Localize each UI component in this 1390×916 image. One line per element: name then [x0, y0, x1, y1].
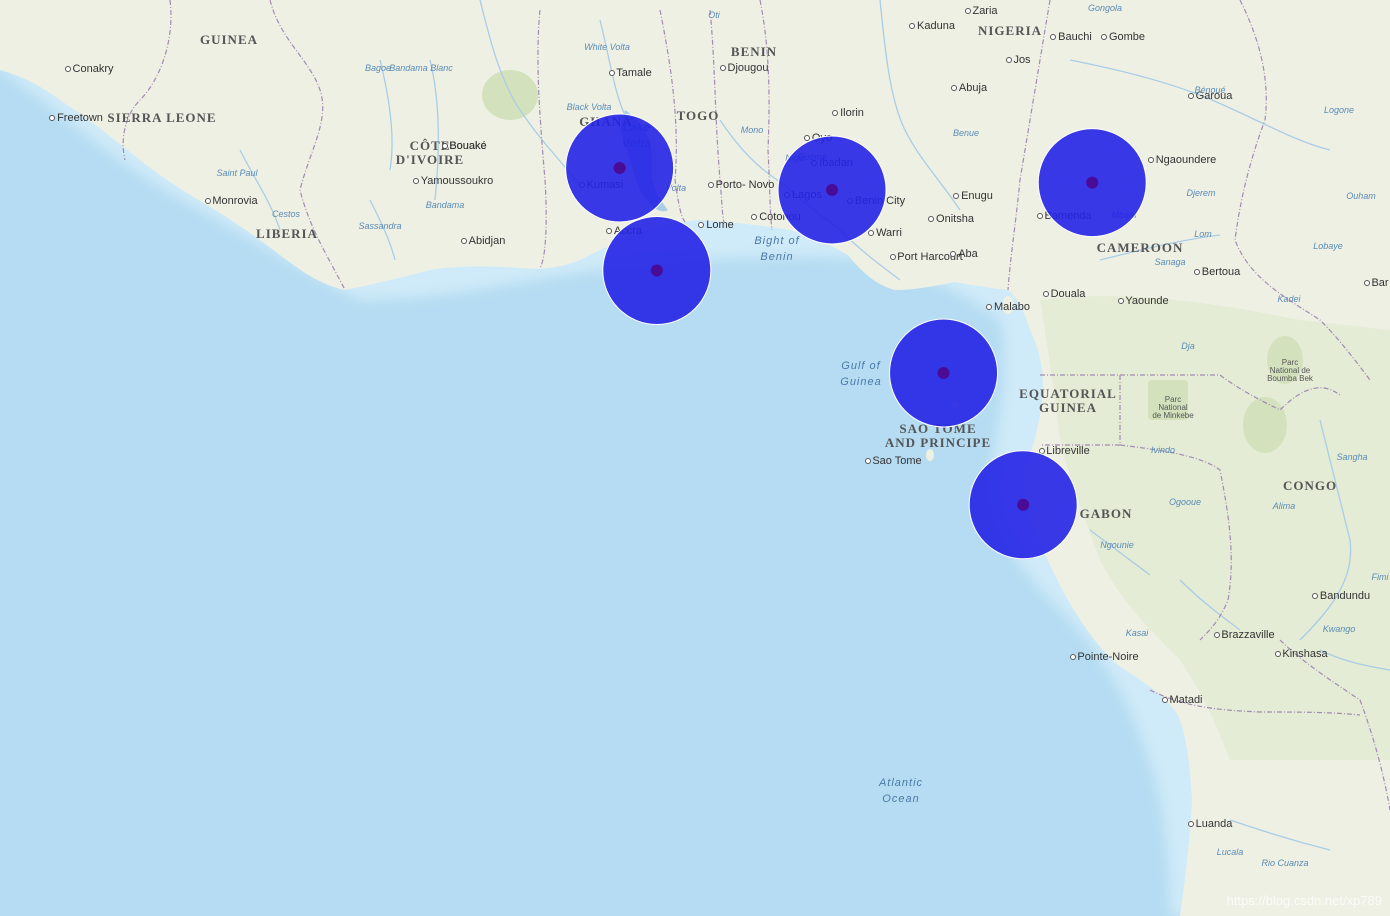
- marker-2[interactable]: [777, 135, 887, 245]
- marker-center-dot[interactable]: [826, 183, 839, 196]
- marker-6[interactable]: [968, 450, 1078, 560]
- marker-layer: [565, 113, 1147, 560]
- marker-3[interactable]: [1037, 128, 1147, 238]
- marker-center-dot[interactable]: [613, 161, 626, 174]
- marker-1[interactable]: [565, 113, 675, 223]
- marker-5[interactable]: [889, 318, 999, 428]
- marker-center-dot[interactable]: [1017, 498, 1030, 511]
- marker-4[interactable]: [602, 215, 712, 325]
- marker-center-dot[interactable]: [1086, 176, 1099, 189]
- marker-center-dot[interactable]: [650, 264, 663, 277]
- map-view[interactable]: GUINEASIERRA LEONELIBERIACÔTE D'IVOIREGH…: [0, 0, 1390, 916]
- marker-center-dot[interactable]: [937, 366, 950, 379]
- watermark: https://blog.csdn.net/xp789: [1226, 893, 1382, 908]
